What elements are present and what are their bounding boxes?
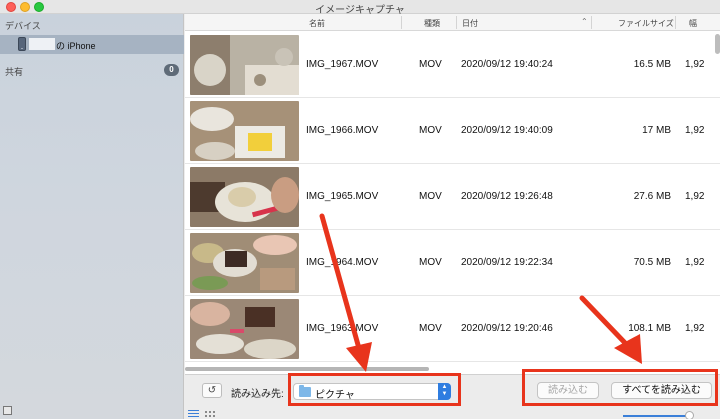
file-size: 16.5 MB — [633, 59, 671, 70]
thumbnail-size-slider[interactable] — [623, 415, 689, 417]
file-size: 17 MB — [642, 125, 671, 136]
column-type[interactable]: 種類 — [424, 18, 440, 29]
file-name: IMG_1963.MOV — [306, 323, 379, 334]
file-list-pane: 名前 種類 日付 ⌃ ファイルサイズ 幅 IMG_1967.MOV MOV 20… — [185, 14, 720, 419]
highlight-box-import-buttons — [522, 369, 718, 406]
table-row[interactable]: IMG_1964.MOV MOV 2020/09/12 19:22:34 70.… — [185, 230, 720, 296]
file-size: 70.5 MB — [633, 257, 671, 268]
slider-knob[interactable] — [685, 411, 694, 419]
sidebar: デバイス の iPhone 共有 0 — [0, 14, 184, 419]
sort-arrow-icon: ⌃ — [581, 17, 588, 26]
video-thumbnail — [190, 233, 299, 293]
iphone-icon — [18, 37, 26, 51]
file-date: 2020/09/12 19:22:34 — [461, 257, 553, 268]
file-type: MOV — [419, 125, 442, 136]
shared-header: 共有 — [5, 67, 24, 77]
title-bar: イメージキャプチャ — [0, 0, 720, 16]
column-divider — [675, 16, 676, 29]
column-size[interactable]: ファイルサイズ — [618, 18, 674, 29]
file-name: IMG_1964.MOV — [306, 257, 379, 268]
redacted-device-owner — [29, 38, 55, 50]
file-width: 1,92 — [685, 191, 705, 202]
highlight-box-destination — [288, 373, 461, 406]
table-row[interactable]: IMG_1966.MOV MOV 2020/09/12 19:40:09 17 … — [185, 98, 720, 164]
grid-view-icon[interactable] — [204, 410, 215, 418]
file-type: MOV — [419, 257, 442, 268]
column-divider — [401, 16, 402, 29]
video-thumbnail — [190, 101, 299, 161]
file-width: 1,92 — [685, 257, 705, 268]
column-divider — [591, 16, 592, 29]
video-thumbnail — [190, 35, 299, 95]
video-thumbnail — [190, 299, 299, 359]
file-type: MOV — [419, 191, 442, 202]
device-name-label: の iPhone — [56, 41, 96, 51]
file-date: 2020/09/12 19:26:48 — [461, 191, 553, 202]
file-size: 108.1 MB — [628, 323, 671, 334]
shared-count-badge: 0 — [164, 64, 179, 76]
import-to-label: 読み込み先: — [231, 389, 284, 400]
list-view-icon[interactable] — [188, 410, 199, 418]
rotate-icon[interactable]: ↺ — [202, 383, 222, 398]
sidebar-eject-icon[interactable] — [3, 406, 12, 415]
column-header: 名前 種類 日付 ⌃ ファイルサイズ 幅 — [185, 14, 720, 31]
column-name[interactable]: 名前 — [309, 18, 325, 29]
sidebar-item-iphone[interactable]: の iPhone — [0, 35, 184, 54]
file-rows: IMG_1967.MOV MOV 2020/09/12 19:40:24 16.… — [185, 32, 720, 376]
file-width: 1,92 — [685, 59, 705, 70]
file-size: 27.6 MB — [633, 191, 671, 202]
table-row[interactable]: IMG_1965.MOV MOV 2020/09/12 19:26:48 27.… — [185, 164, 720, 230]
column-width[interactable]: 幅 — [689, 18, 697, 29]
horizontal-scrollbar[interactable] — [185, 367, 429, 371]
file-type: MOV — [419, 323, 442, 334]
table-row[interactable]: IMG_1963.MOV MOV 2020/09/12 19:20:46 108… — [185, 296, 720, 362]
file-name: IMG_1965.MOV — [306, 191, 379, 202]
file-type: MOV — [419, 59, 442, 70]
table-row[interactable]: IMG_1967.MOV MOV 2020/09/12 19:40:24 16.… — [185, 32, 720, 98]
column-date[interactable]: 日付 — [462, 18, 478, 29]
file-name: IMG_1966.MOV — [306, 125, 379, 136]
file-width: 1,92 — [685, 323, 705, 334]
file-date: 2020/09/12 19:40:24 — [461, 59, 553, 70]
file-date: 2020/09/12 19:40:09 — [461, 125, 553, 136]
file-date: 2020/09/12 19:20:46 — [461, 323, 553, 334]
video-thumbnail — [190, 167, 299, 227]
column-divider — [456, 16, 457, 29]
file-width: 1,92 — [685, 125, 705, 136]
file-name: IMG_1967.MOV — [306, 59, 379, 70]
vertical-scrollbar[interactable] — [715, 34, 720, 54]
devices-header: デバイス — [5, 21, 41, 31]
